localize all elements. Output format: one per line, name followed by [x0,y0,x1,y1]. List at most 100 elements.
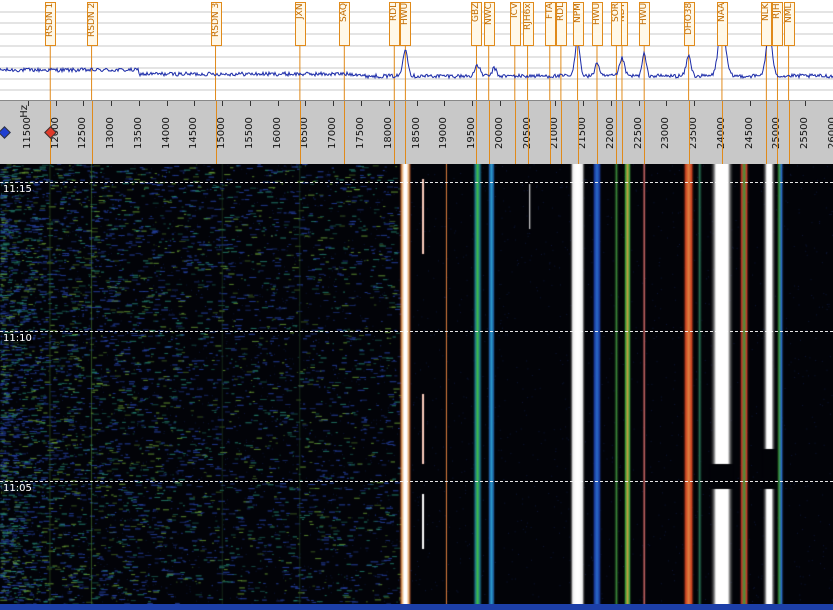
station-label[interactable]: SAQ [339,2,351,46]
axis-tick-label: 11500 [21,117,33,149]
station-label[interactable]: SOR [611,2,623,46]
axis-tick-mark [555,101,557,106]
axis-tick-mark [83,101,85,106]
status-bar [0,604,833,610]
axis-tick-label: 17000 [327,117,339,149]
axis-tick-mark [472,101,474,106]
station-axis-line [299,101,301,164]
station-axis-line [344,101,346,164]
station-axis-line [488,101,490,164]
station-axis-line [91,101,93,164]
station-axis-line [549,101,551,164]
axis-tick-mark [499,101,501,106]
station-axis-line [560,101,562,164]
axis-tick-label: 15000 [216,117,228,149]
axis-tick-mark [638,101,640,106]
station-label[interactable]: FTA [544,2,556,46]
station-label[interactable]: HWU [400,2,412,46]
station-label[interactable]: RDL [555,2,567,46]
axis-tick-mark [360,101,362,106]
axis-tick-label: 25500 [799,117,811,149]
station-label[interactable]: DHO38 [683,2,695,46]
station-label[interactable]: HWU [639,2,651,46]
axis-tick-label: 15500 [243,117,255,149]
waterfall-display[interactable]: 11:15 11:10 11:05 [0,164,833,604]
station-axis-line [527,101,529,164]
station-label[interactable]: RSDN 2 [86,2,98,46]
axis-tick-label: 14000 [160,117,172,149]
axis-tick-label: 18500 [410,117,422,149]
station-axis-line [721,101,723,164]
station-label[interactable]: JXN [294,2,306,46]
axis-tick-label: 21500 [577,117,589,149]
axis-tick-label: 22000 [604,117,616,149]
axis-tick-label: 14500 [188,117,200,149]
axis-tick-mark [249,101,251,106]
station-label[interactable]: NWC [483,2,495,46]
station-axis-line [766,101,768,164]
spectrum-panel[interactable]: RSDN 1 RSDN 2 RSDN 3 JXN SAQ RDL HWU GBZ NWC ICV R… [0,0,833,100]
time-label: 11:15 [2,184,33,195]
spectrum-graph [0,11,833,100]
left-marker[interactable] [0,126,11,139]
station-label[interactable]: NAA [716,2,728,46]
axis-tick-mark [27,101,29,106]
station-label[interactable]: NLK [761,2,773,46]
axis-tick-mark [166,101,168,106]
time-gridline [0,331,833,332]
station-axis-line [514,101,516,164]
axis-tick-mark [805,101,807,106]
axis-tick-label: 16500 [299,117,311,149]
frequency-axis[interactable]: Hz 1150012000125001300013500140001450015… [0,100,833,164]
station-axis-line [476,101,478,164]
time-label: 11:10 [2,333,33,344]
station-axis-line [394,101,396,164]
station-label[interactable]: RSDN 3 [210,2,222,46]
station-axis-line [688,101,690,164]
station-label[interactable]: HWU [591,2,603,46]
station-label[interactable]: ICV [509,2,521,46]
axis-tick-mark [138,101,140,106]
axis-tick-mark [694,101,696,106]
axis-tick-mark [666,101,668,106]
axis-tick-label: 26000 [827,117,833,149]
axis-tick-label: 23500 [688,117,700,149]
axis-tick-label: 24500 [743,117,755,149]
axis-tick-mark [333,101,335,106]
station-label[interactable]: RSDN 1 [45,2,57,46]
axis-tick-label: 21000 [549,117,561,149]
axis-tick-label: 13500 [132,117,144,149]
axis-tick-mark [610,101,612,106]
axis-tick-mark [583,101,585,106]
station-axis-line [644,101,646,164]
axis-tick-mark [749,101,751,106]
axis-tick-label: 23000 [660,117,672,149]
waterfall-canvas [0,164,833,604]
axis-tick-label: 13000 [105,117,117,149]
axis-tick-mark [111,101,113,106]
station-axis-line [788,101,790,164]
station-axis-line [616,101,618,164]
axis-tick-mark [194,101,196,106]
station-label[interactable]: RJH [772,2,784,46]
station-axis-line [405,101,407,164]
time-gridline [0,481,833,482]
axis-tick-label: 12500 [77,117,89,149]
time-gridline [0,182,833,183]
axis-tick-mark [222,101,224,106]
axis-tick-mark [388,101,390,106]
axis-tick-mark [55,101,57,106]
station-label[interactable]: NPM [572,2,584,46]
axis-tick-label: 22500 [632,117,644,149]
station-label[interactable]: GBZ [471,2,483,46]
axis-tick-label: 18000 [382,117,394,149]
axis-tick-label: 19000 [438,117,450,149]
station-axis-line [596,101,598,164]
axis-tick-label: 20000 [493,117,505,149]
station-label[interactable]: NML [783,2,795,46]
axis-tick-mark [416,101,418,106]
station-label[interactable]: RDL [389,2,401,46]
axis-tick-mark [444,101,446,106]
station-label[interactable]: RJH6x [522,2,534,46]
axis-tick-label: 17500 [354,117,366,149]
